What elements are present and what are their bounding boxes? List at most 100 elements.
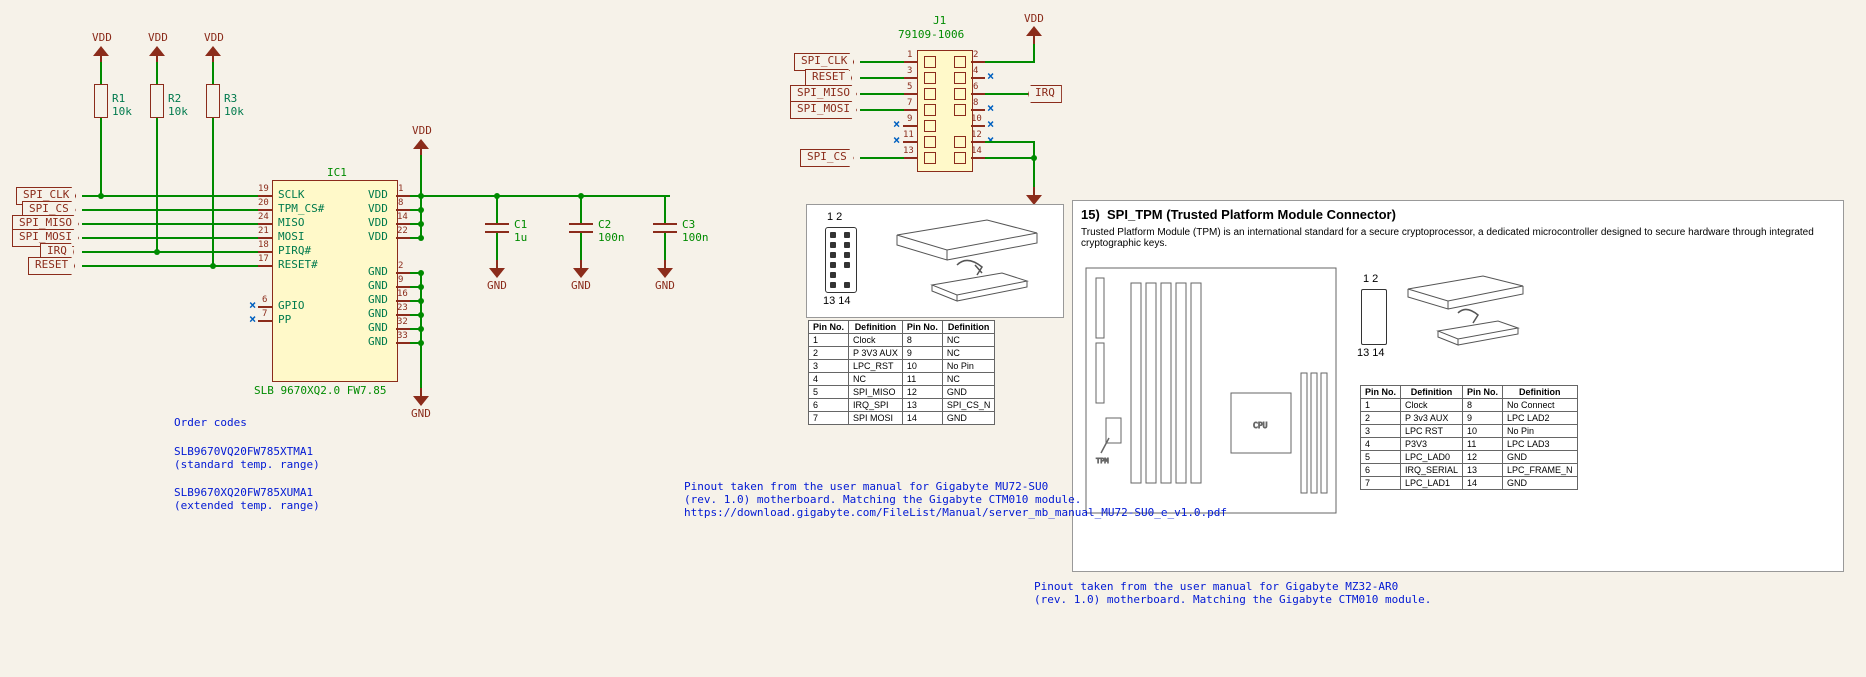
r3-val: 10k xyxy=(224,105,244,118)
power-arrow-down-icon xyxy=(657,260,673,278)
no-connect-icon: × xyxy=(987,133,994,147)
power-arrow-down-icon xyxy=(489,260,505,278)
c2-ref: C2 xyxy=(598,218,611,231)
pin-num: 2 xyxy=(398,261,403,271)
power-arrow-up-icon xyxy=(1026,26,1042,44)
conn-pins-top2: 1 2 xyxy=(1363,273,1378,285)
svg-text:TPM: TPM xyxy=(1096,457,1109,465)
pin-num: 8 xyxy=(973,98,978,108)
pin-name: VDD xyxy=(368,216,388,229)
c1-val: 1u xyxy=(514,231,527,244)
ic1-ref: IC1 xyxy=(327,166,347,179)
pin-name: GND xyxy=(368,335,388,348)
pin-name: VDD xyxy=(368,202,388,215)
pin-name: TPM_CS# xyxy=(278,202,324,215)
power-arrow-down-icon xyxy=(413,388,429,406)
pin-num: 5 xyxy=(907,82,912,92)
pin-num: 32 xyxy=(397,317,408,327)
no-connect-icon: × xyxy=(987,101,994,115)
order-code-2b: (extended temp. range) xyxy=(174,499,320,512)
pin-num: 6 xyxy=(973,82,978,92)
power-arrow-down-icon xyxy=(573,260,589,278)
pin-num: 13 xyxy=(903,146,914,156)
pin-name: MOSI xyxy=(278,230,305,243)
pin-num: 18 xyxy=(258,240,269,250)
resistor-r3 xyxy=(206,84,220,118)
vdd-j1: VDD xyxy=(1024,12,1044,25)
pin-num: 14 xyxy=(971,146,982,156)
no-connect-icon: × xyxy=(987,117,994,131)
r1-val: 10k xyxy=(112,105,132,118)
resistor-r2 xyxy=(150,84,164,118)
pin-name: GND xyxy=(368,321,388,334)
pin-num: 24 xyxy=(258,212,269,222)
pin-num: 16 xyxy=(397,289,408,299)
pin-name: VDD xyxy=(368,188,388,201)
pin-num: 2 xyxy=(973,50,978,60)
pin-num: 4 xyxy=(973,66,978,76)
pin-num: 14 xyxy=(397,212,408,222)
order-code-2a: SLB9670XQ20FW785XUMA1 xyxy=(174,486,313,499)
pin-num: 7 xyxy=(262,309,267,319)
j1-ref: J1 xyxy=(933,14,946,27)
net-spi-miso-j1: SPI_MISO xyxy=(790,85,857,103)
pin-num: 33 xyxy=(397,331,408,341)
conn-pins-bot2: 13 14 xyxy=(1357,347,1385,359)
no-connect-icon: × xyxy=(249,298,256,312)
pin-num: 8 xyxy=(398,198,403,208)
r3-ref: R3 xyxy=(224,92,237,105)
ic1-value: SLB 9670XQ2.0 FW7.85 xyxy=(254,384,386,397)
pin-name: SCLK xyxy=(278,188,305,201)
schematic-canvas: VDD VDD VDD R1 10k R2 10k R3 10k SPI_CLK… xyxy=(0,0,1866,677)
vdd-r1-label: VDD xyxy=(92,31,112,44)
pin-num: 7 xyxy=(907,98,912,108)
pin-name: RESET# xyxy=(278,258,318,271)
pin-name: GND xyxy=(368,307,388,320)
order-codes-title: Order codes xyxy=(174,416,247,429)
net-reset-j1: RESET xyxy=(805,69,852,87)
resistor-r1 xyxy=(94,84,108,118)
datasheet-title: 15) SPI_TPM (Trusted Platform Module Con… xyxy=(1081,207,1396,222)
svg-text:CPU: CPU xyxy=(1253,421,1268,430)
r2-val: 10k xyxy=(168,105,188,118)
no-connect-icon: × xyxy=(893,133,900,147)
pin-name: GND xyxy=(368,293,388,306)
pinout-note-1: Pinout taken from the user manual for Gi… xyxy=(684,480,1227,519)
net-irq-j1: IRQ xyxy=(1028,85,1062,103)
conn-pins-top: 1 2 xyxy=(827,211,842,223)
c3-val: 100n xyxy=(682,231,709,244)
net-spi-cs-j1: SPI_CS xyxy=(800,149,854,167)
gnd-ic: GND xyxy=(411,407,431,420)
net-reset-ic: RESET xyxy=(28,257,75,275)
order-code-1b: (standard temp. range) xyxy=(174,458,320,471)
j1-value: 79109-1006 xyxy=(898,28,964,41)
no-connect-icon: × xyxy=(249,312,256,326)
pin-name: PP xyxy=(278,313,291,326)
no-connect-icon: × xyxy=(893,117,900,131)
pin-num: 22 xyxy=(397,226,408,236)
power-arrow-down-icon xyxy=(1026,187,1042,205)
pin-num: 23 xyxy=(397,303,408,313)
pin-num: 10 xyxy=(971,114,982,124)
vdd-r3-label: VDD xyxy=(204,31,224,44)
pin-num: 3 xyxy=(907,66,912,76)
r2-ref: R2 xyxy=(168,92,181,105)
pinout-table-1: Pin No.DefinitionPin No.Definition 1Cloc… xyxy=(808,320,995,425)
gnd-c1: GND xyxy=(487,279,507,292)
pin-name: MISO xyxy=(278,216,305,229)
vdd-cap-label: VDD xyxy=(412,124,432,137)
pin-num: 1 xyxy=(907,50,912,60)
pin-name: PIRQ# xyxy=(278,244,311,257)
c2-val: 100n xyxy=(598,231,625,244)
c3-ref: C3 xyxy=(682,218,695,231)
no-connect-icon: × xyxy=(987,69,994,83)
order-code-1a: SLB9670VQ20FW785XTMA1 xyxy=(174,445,313,458)
c1-ref: C1 xyxy=(514,218,527,231)
pin-num: 9 xyxy=(398,275,403,285)
net-spi-mosi-j1: SPI_MOSI xyxy=(790,101,857,119)
conn-pins-bot: 13 14 xyxy=(823,295,851,307)
pin-num: 6 xyxy=(262,295,267,305)
vdd-r2-label: VDD xyxy=(148,31,168,44)
pin-num: 11 xyxy=(903,130,914,140)
pin-name: GPIO xyxy=(278,299,305,312)
